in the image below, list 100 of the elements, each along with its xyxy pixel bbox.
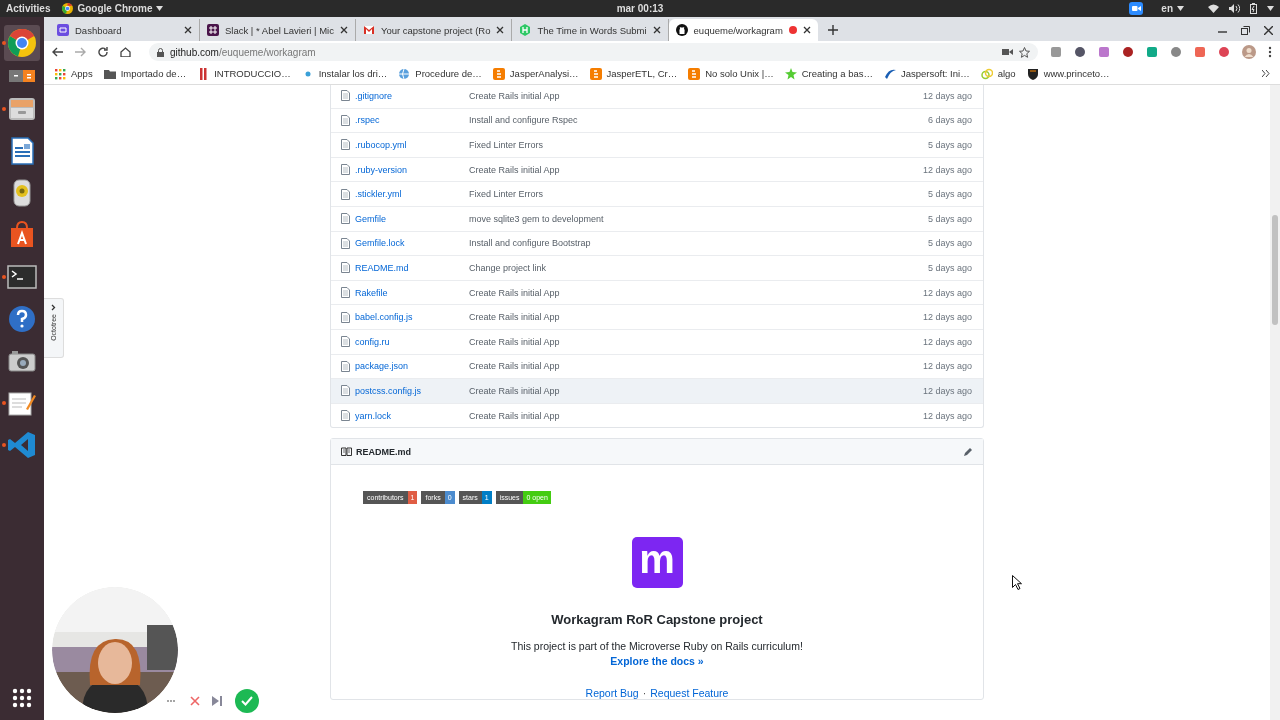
bookmark[interactable]: Instalar los dri… xyxy=(301,67,388,80)
readme-title: Workagram RoR Capstone project xyxy=(551,612,763,628)
close-icon[interactable] xyxy=(1264,25,1273,35)
clock[interactable]: mar 00:13 xyxy=(616,3,664,14)
commit-message[interactable]: move sqlite3 gem to development xyxy=(469,213,928,224)
bookmark[interactable]: INTRODUCCIO… xyxy=(197,67,291,80)
bookmark[interactable]: Creating a bas… xyxy=(784,67,873,80)
file-icon xyxy=(341,336,350,348)
bookmark[interactable]: Importado de… xyxy=(103,67,187,80)
home-icon[interactable] xyxy=(120,47,131,57)
extension-icon[interactable] xyxy=(1098,46,1110,58)
commit-message[interactable]: Create Rails initial App xyxy=(469,336,923,347)
file-row[interactable]: .rubocop.yml Fixed Linter Errors 5 days ago xyxy=(331,132,983,157)
file-row[interactable]: .ruby-version Create Rails initial App 12 days ago xyxy=(331,156,983,182)
commit-message[interactable]: Install and configure Bootstrap xyxy=(469,238,928,249)
chrome-app-icon[interactable] xyxy=(4,25,40,61)
close-icon[interactable] xyxy=(652,26,661,34)
reload-icon[interactable] xyxy=(98,47,108,57)
bookmark-icon xyxy=(784,67,797,80)
bookmark[interactable]: No solo Unix |… xyxy=(688,67,774,80)
app-grid-icon[interactable] xyxy=(12,688,32,708)
extension-icon[interactable] xyxy=(1074,46,1086,58)
file-link[interactable]: .rspec xyxy=(355,115,469,126)
file-row[interactable]: .rspec Install and configure Rspec 6 days ago xyxy=(331,107,983,133)
language-menu[interactable]: en xyxy=(1161,3,1184,14)
commit-message[interactable]: Create Rails initial App xyxy=(469,312,923,323)
file-link[interactable]: Gemfile.lock xyxy=(355,238,469,249)
avatar-icon[interactable] xyxy=(1242,45,1256,59)
readme-link[interactable]: Request Feature xyxy=(650,687,729,700)
commit-message[interactable]: Fixed Linter Errors xyxy=(469,140,928,150)
file-row[interactable]: .gitignore Create Rails initial App 12 days ago xyxy=(331,85,983,108)
bookmark[interactable]: Apps xyxy=(54,67,93,80)
file-row[interactable]: babel.config.js Create Rails initial App 12 days ago xyxy=(331,304,983,329)
bookmark[interactable]: JasperAnalysi… xyxy=(492,67,579,80)
file-link[interactable]: config.ru xyxy=(355,336,469,347)
scrollbar-thumb[interactable] xyxy=(1272,215,1278,325)
address-bar[interactable]: github.com/euqueme/workagram xyxy=(149,43,1038,61)
file-row[interactable]: Rakefile Create Rails initial App 12 days ago xyxy=(331,279,983,305)
file-link[interactable]: README.md xyxy=(355,262,469,273)
restore-icon[interactable] xyxy=(1241,25,1250,35)
browser-tab[interactable]: euqueme/workagram xyxy=(668,19,818,41)
file-link[interactable]: postcss.config.js xyxy=(355,385,469,396)
readme-link[interactable]: Report Bug xyxy=(585,687,639,700)
bookmark[interactable]: Procedure de… xyxy=(398,67,482,80)
file-row[interactable]: .stickler.yml Fixed Linter Errors 5 days ago xyxy=(331,181,983,206)
file-row[interactable]: Gemfile.lock Install and configure Bootstrap 5 days ago xyxy=(331,230,983,256)
close-icon[interactable] xyxy=(802,26,811,34)
file-row[interactable]: Gemfile move sqlite3 gem to development 5 days ago xyxy=(331,205,983,231)
docs-link[interactable]: Explore the docs » xyxy=(610,655,704,668)
close-icon[interactable] xyxy=(496,26,505,34)
extension-icon[interactable] xyxy=(1218,46,1230,58)
wifi-icon[interactable] xyxy=(1208,4,1219,13)
commit-message[interactable]: Create Rails initial App xyxy=(469,410,923,421)
new-tab-icon[interactable] xyxy=(827,25,838,35)
more-menu-icon[interactable] xyxy=(1268,46,1272,58)
bookmark[interactable]: JasperETL, Cr… xyxy=(589,67,678,80)
commit-message[interactable]: Install and configure Rspec xyxy=(469,115,928,126)
bookmark-icon xyxy=(589,67,602,80)
file-link[interactable]: .gitignore xyxy=(355,90,469,101)
commit-message[interactable]: Change project link xyxy=(469,262,928,273)
file-row[interactable]: yarn.lock Create Rails initial App 12 days ago xyxy=(331,402,983,428)
commit-message[interactable]: Create Rails initial App xyxy=(469,361,923,372)
scrollbar[interactable] xyxy=(1270,85,1280,720)
file-link[interactable]: Rakefile xyxy=(355,287,469,298)
more-bookmarks-icon[interactable] xyxy=(1262,70,1270,77)
extension-icon[interactable] xyxy=(1122,46,1134,58)
extension-icon[interactable] xyxy=(1194,46,1206,58)
favicon-icon xyxy=(207,24,219,36)
file-link[interactable]: .ruby-version xyxy=(355,164,469,175)
file-row[interactable]: config.ru Create Rails initial App 12 days ago xyxy=(331,328,983,354)
camera-icon[interactable] xyxy=(1002,48,1013,56)
commit-message[interactable]: Create Rails initial App xyxy=(469,385,923,396)
file-link[interactable]: .rubocop.yml xyxy=(355,140,469,150)
bookmark[interactable]: Jaspersoft: Ini… xyxy=(884,67,970,80)
file-link[interactable]: .stickler.yml xyxy=(355,189,469,200)
file-link[interactable]: yarn.lock xyxy=(355,410,469,421)
commit-message[interactable]: Create Rails initial App xyxy=(469,287,923,298)
file-row[interactable]: README.md Change project link 5 days ago xyxy=(331,255,983,280)
close-icon[interactable] xyxy=(339,26,348,34)
skip-icon[interactable] xyxy=(212,696,223,706)
video-camera-icon[interactable] xyxy=(1129,2,1144,15)
commit-message[interactable]: Fixed Linter Errors xyxy=(469,189,928,200)
file-link[interactable]: package.json xyxy=(355,361,469,372)
bookmark[interactable]: www.princeto… xyxy=(1026,67,1110,80)
file-link[interactable]: Gemfile xyxy=(355,213,469,224)
volume-icon[interactable] xyxy=(1229,4,1240,13)
edit-pencil-icon[interactable] xyxy=(963,446,973,457)
close-icon[interactable] xyxy=(184,26,192,34)
activities-button[interactable]: Activities xyxy=(6,3,51,14)
back-icon[interactable] xyxy=(52,47,63,57)
file-link[interactable]: babel.config.js xyxy=(355,312,469,323)
bookmark[interactable]: algo xyxy=(980,67,1016,80)
extension-icon[interactable] xyxy=(1170,46,1182,58)
commit-message[interactable]: Create Rails initial App xyxy=(469,164,923,175)
commit-message[interactable]: Create Rails initial App xyxy=(469,90,923,101)
file-icon xyxy=(341,262,350,274)
battery-icon[interactable] xyxy=(1250,3,1257,14)
star-icon[interactable] xyxy=(1019,46,1030,58)
app-menu[interactable]: Google Chrome xyxy=(62,3,164,14)
file-row[interactable]: postcss.config.js Create Rails initial App 12 days ago xyxy=(331,378,983,403)
